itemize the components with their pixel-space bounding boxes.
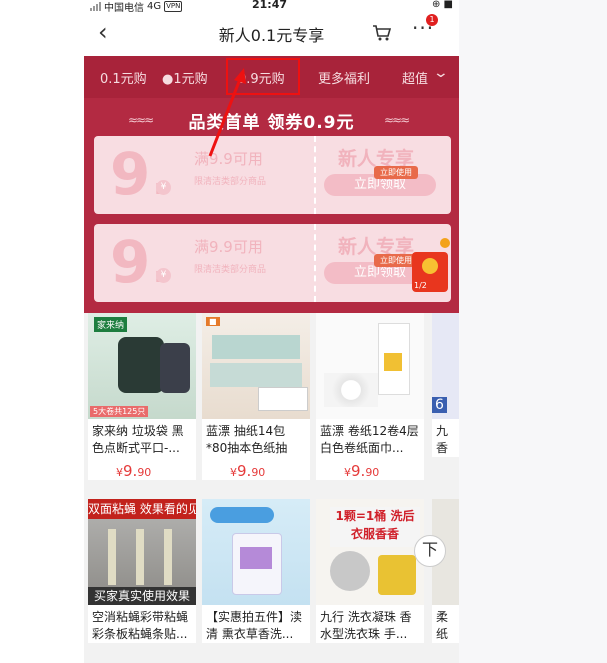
phone-screen: 中国电信 4G VPN 21:47 ⊕ ■ ‹ 新人0.1元专享 ··· 1 0… (84, 0, 459, 663)
side-panel (459, 0, 607, 663)
annotation-arrow (208, 68, 246, 157)
